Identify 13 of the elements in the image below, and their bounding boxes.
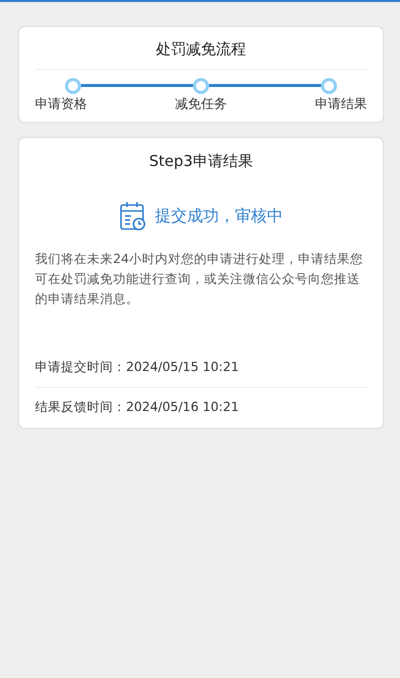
step-label: 申请资格 xyxy=(35,96,87,114)
info-row-text: 结果反馈时间：2024/05/16 10:21 xyxy=(35,399,239,414)
step-marker xyxy=(193,78,209,94)
step-marker xyxy=(65,78,81,94)
step-marker xyxy=(321,78,337,94)
card-title: Step3申请结果 xyxy=(148,151,254,172)
calendar-clock-icon xyxy=(119,200,147,230)
card-title: 处罚减免流程 xyxy=(155,39,247,60)
step-label: 减免任务 xyxy=(175,96,227,114)
step-label: 申请结果 xyxy=(315,96,367,114)
message-text: 我们将在未来24小时内对您的申请进行处理，申请结果您可在处罚减免功能进行查询，或关注微信公众号向您推送的申请结果消息。 xyxy=(35,250,364,308)
info-row-text: 申请提交时间：2024/05/15 10:21 xyxy=(35,358,239,374)
status-text: 提交成功，审核中 xyxy=(155,204,283,226)
